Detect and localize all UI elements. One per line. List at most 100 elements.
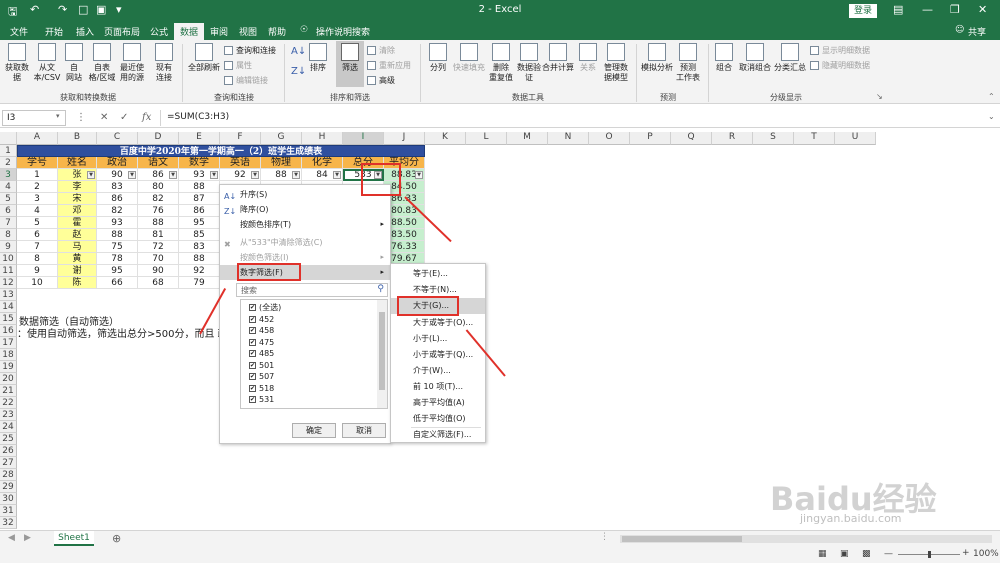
- login-button[interactable]: 登录: [849, 4, 877, 18]
- tab-insert[interactable]: 插入: [76, 25, 94, 38]
- column-header[interactable]: R: [712, 132, 753, 145]
- row-header[interactable]: 9: [0, 241, 17, 253]
- row-header[interactable]: 23: [0, 409, 17, 421]
- column-header[interactable]: E: [179, 132, 220, 145]
- row-header[interactable]: 2: [0, 157, 17, 169]
- filter-dropdown-button[interactable]: ▼: [292, 171, 300, 179]
- filter-dropdown-button[interactable]: ▼: [169, 171, 177, 179]
- tell-me-search[interactable]: 操作说明搜索: [316, 25, 370, 38]
- data-cell[interactable]: 黄: [58, 253, 97, 265]
- header-cell[interactable]: 物理: [261, 157, 302, 169]
- column-header[interactable]: P: [630, 132, 671, 145]
- column-header[interactable]: M: [507, 132, 548, 145]
- data-cell[interactable]: 92: [179, 265, 220, 277]
- page-break-view-icon[interactable]: ▩: [862, 549, 871, 559]
- what-if-button[interactable]: 模拟分析: [640, 43, 674, 73]
- number-filter-option[interactable]: 低于平均值(O): [391, 411, 485, 427]
- properties-button[interactable]: 属性: [224, 60, 252, 71]
- tab-help[interactable]: 帮助: [268, 25, 286, 38]
- sort-button[interactable]: 排序: [306, 43, 330, 73]
- insert-function-icon[interactable]: fx: [142, 112, 151, 123]
- header-cell[interactable]: 语文: [138, 157, 179, 169]
- row-header[interactable]: 12: [0, 277, 17, 289]
- column-header[interactable]: O: [589, 132, 630, 145]
- dialog-launcher-icon[interactable]: ↘: [876, 92, 883, 101]
- filter-checkbox-item[interactable]: ✔550: [249, 406, 274, 408]
- data-cell[interactable]: 72: [138, 241, 179, 253]
- zoom-slider-thumb[interactable]: [928, 551, 931, 558]
- row-header[interactable]: 3: [0, 169, 17, 181]
- row-header[interactable]: 6: [0, 205, 17, 217]
- data-cell[interactable]: 83: [97, 181, 138, 193]
- checkbox[interactable]: ✔: [249, 396, 256, 403]
- row-header[interactable]: 19: [0, 361, 17, 373]
- data-cell[interactable]: 7: [17, 241, 58, 253]
- checkbox[interactable]: ✔: [249, 384, 256, 392]
- data-cell[interactable]: 马: [58, 241, 97, 253]
- sheet-title-cell[interactable]: 百度中学2020年第一学期高一（2）班学生成绩表: [17, 145, 425, 157]
- number-filter-option[interactable]: 前 10 项(T)...: [391, 379, 485, 395]
- column-header[interactable]: H: [302, 132, 343, 145]
- number-filter-option[interactable]: 大于或等于(O)...: [391, 315, 485, 331]
- row-header[interactable]: 16: [0, 325, 17, 337]
- data-model-button[interactable]: 管理数 据模型: [601, 43, 631, 83]
- scrollbar-thumb[interactable]: [622, 536, 742, 542]
- column-header[interactable]: U: [835, 132, 876, 145]
- data-cell[interactable]: 79: [179, 277, 220, 289]
- filter-checkbox-item[interactable]: ✔ (全选): [249, 302, 281, 313]
- row-header[interactable]: 27: [0, 457, 17, 469]
- ok-button[interactable]: 确定: [292, 423, 336, 438]
- zoom-level[interactable]: 100%: [973, 549, 999, 559]
- header-cell[interactable]: 化学: [302, 157, 343, 169]
- data-cell[interactable]: 88: [138, 217, 179, 229]
- worksheet-grid[interactable]: A B C D E F G H I J K L M N O P Q R S T U 1 2 3 4 5 6 7 8 9 10 11 12 13 14…: [0, 132, 1000, 532]
- column-header[interactable]: D: [138, 132, 179, 145]
- checkbox[interactable]: ✔: [249, 373, 256, 380]
- filter-checkbox-item[interactable]: ✔ 485: [249, 348, 274, 359]
- row-header[interactable]: 7: [0, 217, 17, 229]
- row-header[interactable]: 17: [0, 337, 17, 349]
- column-header[interactable]: N: [548, 132, 589, 145]
- data-cell[interactable]: 86: [97, 193, 138, 205]
- tab-data[interactable]: 数据: [174, 23, 205, 40]
- show-detail-button[interactable]: 显示明细数据: [810, 45, 870, 56]
- data-cell[interactable]: 78: [97, 253, 138, 265]
- row-header[interactable]: 30: [0, 493, 17, 505]
- row-header[interactable]: 21: [0, 385, 17, 397]
- data-cell[interactable]: 3: [17, 193, 58, 205]
- data-cell[interactable]: 5: [17, 217, 58, 229]
- edit-links-button[interactable]: 编辑链接: [224, 75, 268, 86]
- column-header[interactable]: J: [384, 132, 425, 145]
- data-cell[interactable]: 70: [138, 253, 179, 265]
- ribbon-display-icon[interactable]: ▤: [893, 3, 903, 16]
- add-sheet-icon[interactable]: ⊕: [112, 532, 121, 545]
- row-header[interactable]: 28: [0, 469, 17, 481]
- formula-input[interactable]: =SUM(C3:H3): [160, 110, 996, 126]
- checkbox[interactable]: ✔: [249, 338, 256, 346]
- data-cell[interactable]: 81: [138, 229, 179, 241]
- tab-view[interactable]: 视图: [239, 25, 257, 38]
- data-cell[interactable]: 82: [138, 193, 179, 205]
- get-data-button[interactable]: 获取数 据: [2, 43, 32, 83]
- ungroup-button[interactable]: 取消组合: [737, 43, 773, 73]
- flash-fill-button[interactable]: 快速填充: [452, 43, 486, 73]
- clear-filter-item[interactable]: ✖ 从"533"中清除筛选(C): [220, 235, 390, 250]
- scrollbar-thumb[interactable]: [379, 312, 385, 390]
- close-icon[interactable]: ✕: [978, 3, 987, 16]
- checkbox[interactable]: ✔: [249, 350, 256, 357]
- refresh-all-button[interactable]: 全部刷新: [186, 43, 222, 73]
- column-header[interactable]: S: [753, 132, 794, 145]
- filter-checkbox-item[interactable]: ✔ 458: [249, 325, 274, 336]
- filter-dropdown-button[interactable]: ▼: [210, 171, 218, 179]
- tab-page-layout[interactable]: 页面布局: [104, 25, 140, 38]
- existing-connections-button[interactable]: 现有 连接: [150, 43, 178, 83]
- collapse-ribbon-icon[interactable]: ⌃: [988, 92, 995, 101]
- data-validation-button[interactable]: 数据验 证: [515, 43, 543, 83]
- name-box-dropdown-icon[interactable]: ▾: [56, 112, 60, 120]
- from-table-button[interactable]: 自表 格/区域: [87, 43, 117, 83]
- clear-filter-button[interactable]: 清除: [367, 45, 395, 56]
- number-filter-option[interactable]: 介于(W)...: [391, 363, 485, 379]
- data-cell[interactable]: 6: [17, 229, 58, 241]
- zoom-out-icon[interactable]: —: [884, 549, 893, 559]
- row-header[interactable]: 11: [0, 265, 17, 277]
